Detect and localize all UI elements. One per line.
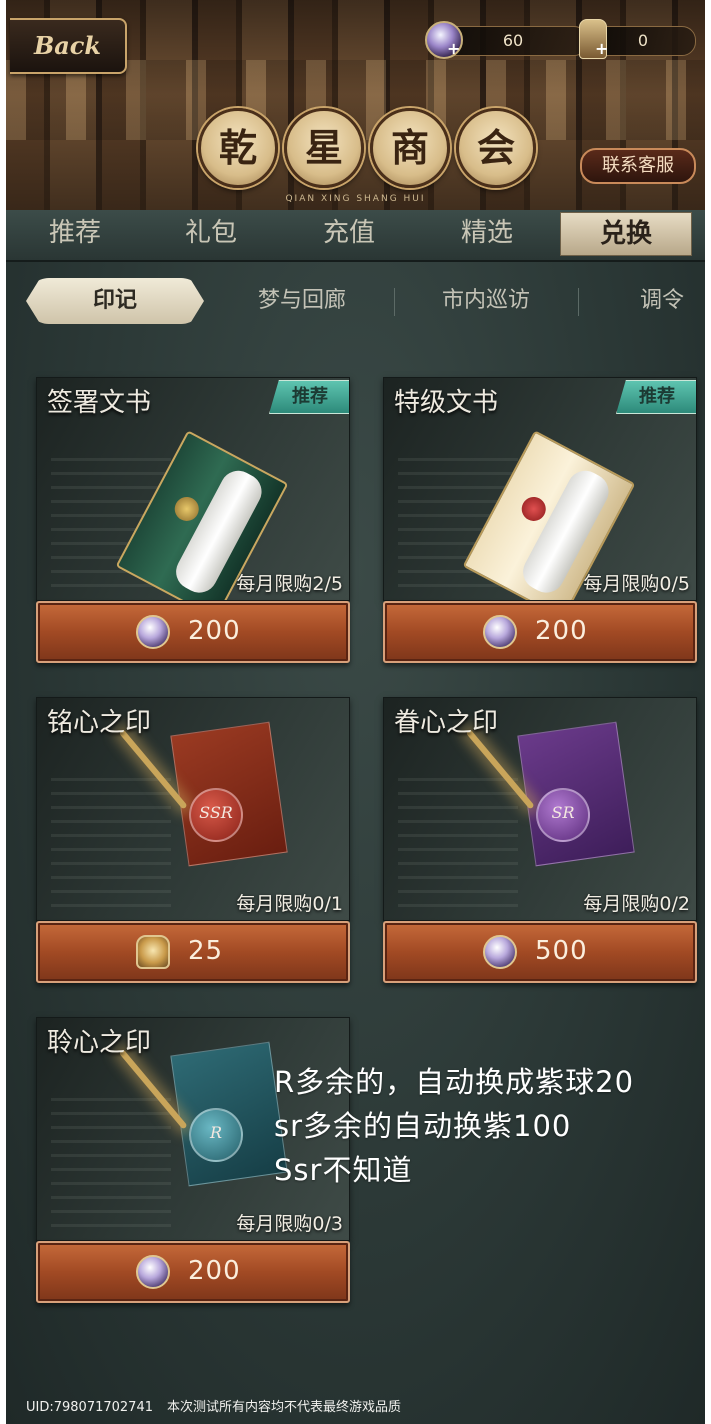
add-icon: +: [447, 39, 461, 58]
price-value: 500: [535, 936, 588, 966]
currency-orb-value: 60: [502, 31, 524, 50]
wax-seal: SSR: [189, 788, 243, 842]
currency-seal[interactable]: + 0: [579, 19, 696, 59]
item-name: 铭心之印: [47, 708, 152, 738]
tab-exchange[interactable]: 兑换: [560, 212, 692, 256]
tab-recharge[interactable]: 充值: [284, 210, 414, 260]
price-value: 200: [188, 1256, 241, 1286]
customer-service-button[interactable]: 联系客服: [580, 148, 696, 184]
buy-button[interactable]: 200: [36, 601, 350, 663]
tab-featured[interactable]: 精选: [422, 210, 552, 260]
subtab-dream-corridor[interactable]: 梦与回廊: [224, 278, 380, 324]
handwritten-note: R多余的，自动换成紫球20 sr多余的自动换紫100 Ssr不知道: [274, 1060, 704, 1192]
shop-title: 乾 星 商 会: [198, 108, 548, 188]
subtab-city-patrol[interactable]: 市内巡访: [408, 278, 564, 324]
uid-text: UID:798071702741: [26, 1400, 153, 1415]
tab-recommend[interactable]: 推荐: [10, 210, 140, 260]
recommend-badge: 推荐: [616, 380, 696, 414]
recommend-badge: 推荐: [269, 380, 349, 414]
note-line: R多余的，自动换成紫球20: [274, 1065, 635, 1099]
subtab-orders[interactable]: 调令: [622, 278, 702, 324]
wax-seal: SR: [536, 788, 590, 842]
item-name: 特级文书: [394, 388, 499, 418]
back-button[interactable]: Back: [10, 18, 127, 74]
purchase-limit: 每月限购2/5: [236, 573, 343, 595]
currency-orb[interactable]: + 60: [425, 21, 588, 59]
item-name: 签署文书: [47, 388, 152, 418]
title-char: 商: [370, 108, 450, 188]
disclaimer-text: 本次测试所有内容均不代表最终游戏品质: [167, 1400, 402, 1415]
shop-item-card[interactable]: 签署文书 推荐 每月限购2/5 200: [36, 377, 350, 663]
title-char: 会: [456, 108, 536, 188]
note-line: Ssr不知道: [274, 1153, 413, 1187]
item-art: SSR 铭心之印 每月限购0/1: [36, 697, 350, 921]
wax-seal: R: [189, 1108, 243, 1162]
purple-orb-icon: [483, 935, 517, 969]
shop-screen: Back + 60 + 0 乾 星 商 会 QIAN XING SHANG HU…: [6, 0, 705, 1424]
purchase-limit: 每月限购0/3: [236, 1213, 343, 1235]
feather-token-icon: [136, 935, 170, 969]
subtab-divider: [578, 288, 579, 316]
price-value: 200: [535, 616, 588, 646]
item-art: 特级文书 推荐 每月限购0/5: [383, 377, 697, 601]
buy-button[interactable]: 500: [383, 921, 697, 983]
item-art: SR 眷心之印 每月限购0/2: [383, 697, 697, 921]
purchase-limit: 每月限购0/2: [583, 893, 690, 915]
buy-button[interactable]: 25: [36, 921, 350, 983]
note-line: sr多余的自动换紫100: [274, 1109, 572, 1143]
item-name: 眷心之印: [394, 708, 499, 738]
subtab-mark[interactable]: 印记: [26, 278, 204, 324]
tab-gift-pack[interactable]: 礼包: [146, 210, 276, 260]
purple-orb-icon: [483, 615, 517, 649]
shop-item-card[interactable]: 特级文书 推荐 每月限购0/5 200: [383, 377, 697, 663]
buy-button[interactable]: 200: [36, 1241, 350, 1303]
title-char: 星: [284, 108, 364, 188]
main-tabs: 推荐 礼包 充值 精选 兑换: [6, 210, 705, 262]
footer-info: UID:798071702741 本次测试所有内容均不代表最终游戏品质: [26, 1396, 401, 1415]
buy-button[interactable]: 200: [383, 601, 697, 663]
sub-tabs: 印记 梦与回廊 市内巡访 调令: [6, 278, 705, 328]
item-art: 签署文书 推荐 每月限购2/5: [36, 377, 350, 601]
subtab-divider: [394, 288, 395, 316]
title-char: 乾: [198, 108, 278, 188]
title-pinyin: QIAN XING SHANG HUI: [285, 194, 426, 204]
purchase-limit: 每月限购0/5: [583, 573, 690, 595]
screen-edge: [705, 0, 711, 1424]
shop-item-card[interactable]: SR 眷心之印 每月限购0/2 500: [383, 697, 697, 983]
price-value: 200: [188, 616, 241, 646]
add-icon: +: [595, 39, 609, 58]
purple-orb-icon: [136, 615, 170, 649]
price-value: 25: [188, 936, 224, 966]
item-name: 聆心之印: [47, 1028, 152, 1058]
screen-edge: [0, 0, 6, 1424]
purchase-limit: 每月限购0/1: [236, 893, 343, 915]
purple-orb-icon: [136, 1255, 170, 1289]
shop-item-card[interactable]: SSR 铭心之印 每月限购0/1 25: [36, 697, 350, 983]
currency-seal-value: 0: [637, 31, 649, 50]
